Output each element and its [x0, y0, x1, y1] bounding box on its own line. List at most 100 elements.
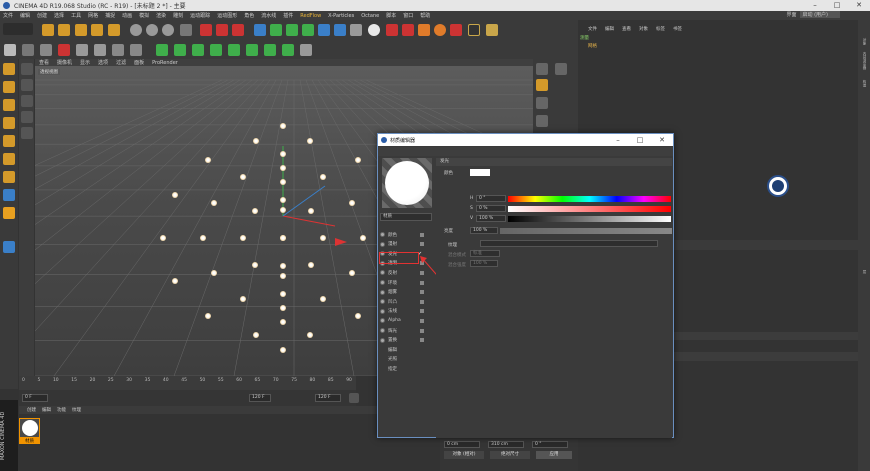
obj-menu-bookmarks[interactable]: 书签 [673, 26, 682, 32]
channel-item[interactable]: 光照 [380, 355, 438, 364]
brightness-field[interactable]: 100 % [470, 227, 498, 234]
menu-mograph[interactable]: 运动图形 [217, 12, 237, 19]
vp-menu-prorender[interactable]: ProRender [152, 60, 178, 66]
texture-mode-icon[interactable] [22, 44, 34, 56]
points-mode-icon[interactable] [3, 63, 15, 75]
scale-icon[interactable] [75, 24, 87, 36]
brush-icon[interactable] [58, 44, 70, 56]
object-row[interactable]: 测量 [580, 35, 700, 42]
menu-simulate[interactable]: 模拟 [139, 12, 149, 19]
xp-system-icon[interactable] [402, 24, 414, 36]
color-swatch[interactable] [470, 169, 490, 176]
layer-icon[interactable] [3, 241, 15, 253]
maximize-icon[interactable]: □ [826, 0, 848, 11]
text-icon[interactable] [264, 44, 276, 56]
undo-icon[interactable] [3, 23, 33, 35]
xp-modifier-icon[interactable] [418, 24, 430, 36]
render-settings-icon[interactable] [232, 24, 244, 36]
cube-icon[interactable] [254, 24, 266, 36]
vp-menu-view[interactable]: 查看 [39, 59, 49, 66]
menu-octane[interactable]: Octane [361, 13, 379, 19]
select-icon[interactable] [21, 63, 33, 75]
obj-menu-view[interactable]: 查看 [622, 26, 631, 32]
dots-grid2-icon[interactable] [130, 44, 142, 56]
menu-select[interactable]: 选择 [54, 12, 64, 19]
recent-tool-icon[interactable] [108, 24, 120, 36]
menu-character[interactable]: 角色 [244, 12, 254, 19]
material-name-field[interactable]: 材质 [380, 213, 432, 221]
gear-spline-icon[interactable] [156, 44, 168, 56]
minimize-icon[interactable]: – [607, 134, 629, 146]
frame-start-field[interactable]: 0 F [22, 394, 48, 402]
channel-item[interactable]: 置换 [380, 336, 438, 345]
edges-mode-icon[interactable] [3, 81, 15, 93]
object-mode-icon[interactable] [3, 117, 15, 129]
light-icon[interactable] [368, 24, 380, 36]
obj-menu-tags[interactable]: 标签 [656, 26, 665, 32]
channel-item[interactable]: 颜色 [380, 230, 438, 239]
psr-icon[interactable] [468, 24, 480, 36]
channel-checkbox[interactable] [420, 309, 424, 314]
lasso-icon[interactable] [21, 111, 33, 123]
material-thumbnail[interactable] [19, 418, 40, 438]
coord-y-field[interactable]: 310 cm [488, 441, 524, 448]
maximize-icon[interactable]: □ [629, 134, 651, 146]
channel-item[interactable]: 法线 [380, 307, 438, 316]
live-select-icon[interactable] [21, 79, 33, 91]
material-tag-icon[interactable] [767, 175, 789, 197]
model-mode-icon[interactable] [4, 44, 16, 56]
fracture-icon[interactable] [192, 44, 204, 56]
channel-checkbox[interactable] [420, 299, 424, 304]
polygons-mode-icon[interactable] [3, 99, 15, 111]
tab-content-browser[interactable]: 内容浏览器 [860, 52, 868, 70]
menu-motion-tracking[interactable]: 运动跟踪 [190, 12, 210, 19]
menu-snap[interactable]: 捕捉 [105, 12, 115, 19]
object-row[interactable]: 网格 [580, 43, 700, 50]
move-tool-icon[interactable] [58, 24, 70, 36]
xp-emitter-icon[interactable] [386, 24, 398, 36]
rect-select-icon[interactable] [21, 95, 33, 107]
y-axis-icon[interactable] [146, 24, 158, 36]
menu-script[interactable]: 脚本 [386, 12, 396, 19]
h-field[interactable]: 0 ° [476, 195, 506, 202]
sketch-tool-icon[interactable] [536, 97, 548, 109]
render-picture-icon[interactable] [216, 24, 228, 36]
vp-menu-camera[interactable]: 摄像机 [57, 59, 72, 66]
close-icon[interactable]: ✕ [848, 0, 870, 11]
cloner-icon[interactable] [174, 44, 186, 56]
layout-dropdown[interactable]: 启动 (用户) [799, 11, 840, 18]
array-icon[interactable] [302, 24, 314, 36]
channel-item[interactable]: 指定 [380, 364, 438, 373]
arc-icon[interactable] [228, 44, 240, 56]
channel-checkbox[interactable] [420, 232, 424, 237]
channel-checkbox[interactable] [420, 328, 424, 333]
mix-strength-field[interactable]: 100 % [470, 260, 498, 267]
value-slider[interactable] [508, 216, 671, 222]
channel-checkbox[interactable] [420, 338, 424, 343]
workplane-icon[interactable] [3, 153, 15, 165]
close-icon[interactable]: ✕ [651, 134, 673, 146]
obj-menu-file[interactable]: 文件 [588, 26, 597, 32]
menu-animate[interactable]: 动画 [122, 12, 132, 19]
extrude-tool-icon[interactable] [536, 115, 548, 127]
menu-render[interactable]: 渲染 [156, 12, 166, 19]
go-start-icon[interactable] [349, 393, 359, 403]
render-view-icon[interactable] [200, 24, 212, 36]
mat-menu-texture[interactable]: 纹理 [72, 407, 81, 413]
hue-slider[interactable] [508, 196, 671, 202]
obj-menu-object[interactable]: 对象 [639, 26, 648, 32]
tab-structure[interactable]: 构造 [860, 80, 868, 87]
coord-size-dropdown[interactable]: 绝对尺寸 [490, 451, 530, 459]
pen-icon[interactable] [270, 24, 282, 36]
s-field[interactable]: 0 % [476, 205, 506, 212]
menu-mesh[interactable]: 网格 [88, 12, 98, 19]
mat-menu-edit[interactable]: 编辑 [42, 407, 51, 413]
snap-icon[interactable] [3, 171, 15, 183]
camera-icon[interactable] [350, 24, 362, 36]
channel-checkbox[interactable] [420, 242, 424, 247]
pen-tool-icon[interactable] [536, 79, 548, 91]
redflow-b-icon[interactable] [486, 24, 498, 36]
tracer-icon[interactable] [246, 44, 258, 56]
menu-edit[interactable]: 编辑 [20, 12, 30, 19]
brightness-slider[interactable] [500, 228, 672, 234]
